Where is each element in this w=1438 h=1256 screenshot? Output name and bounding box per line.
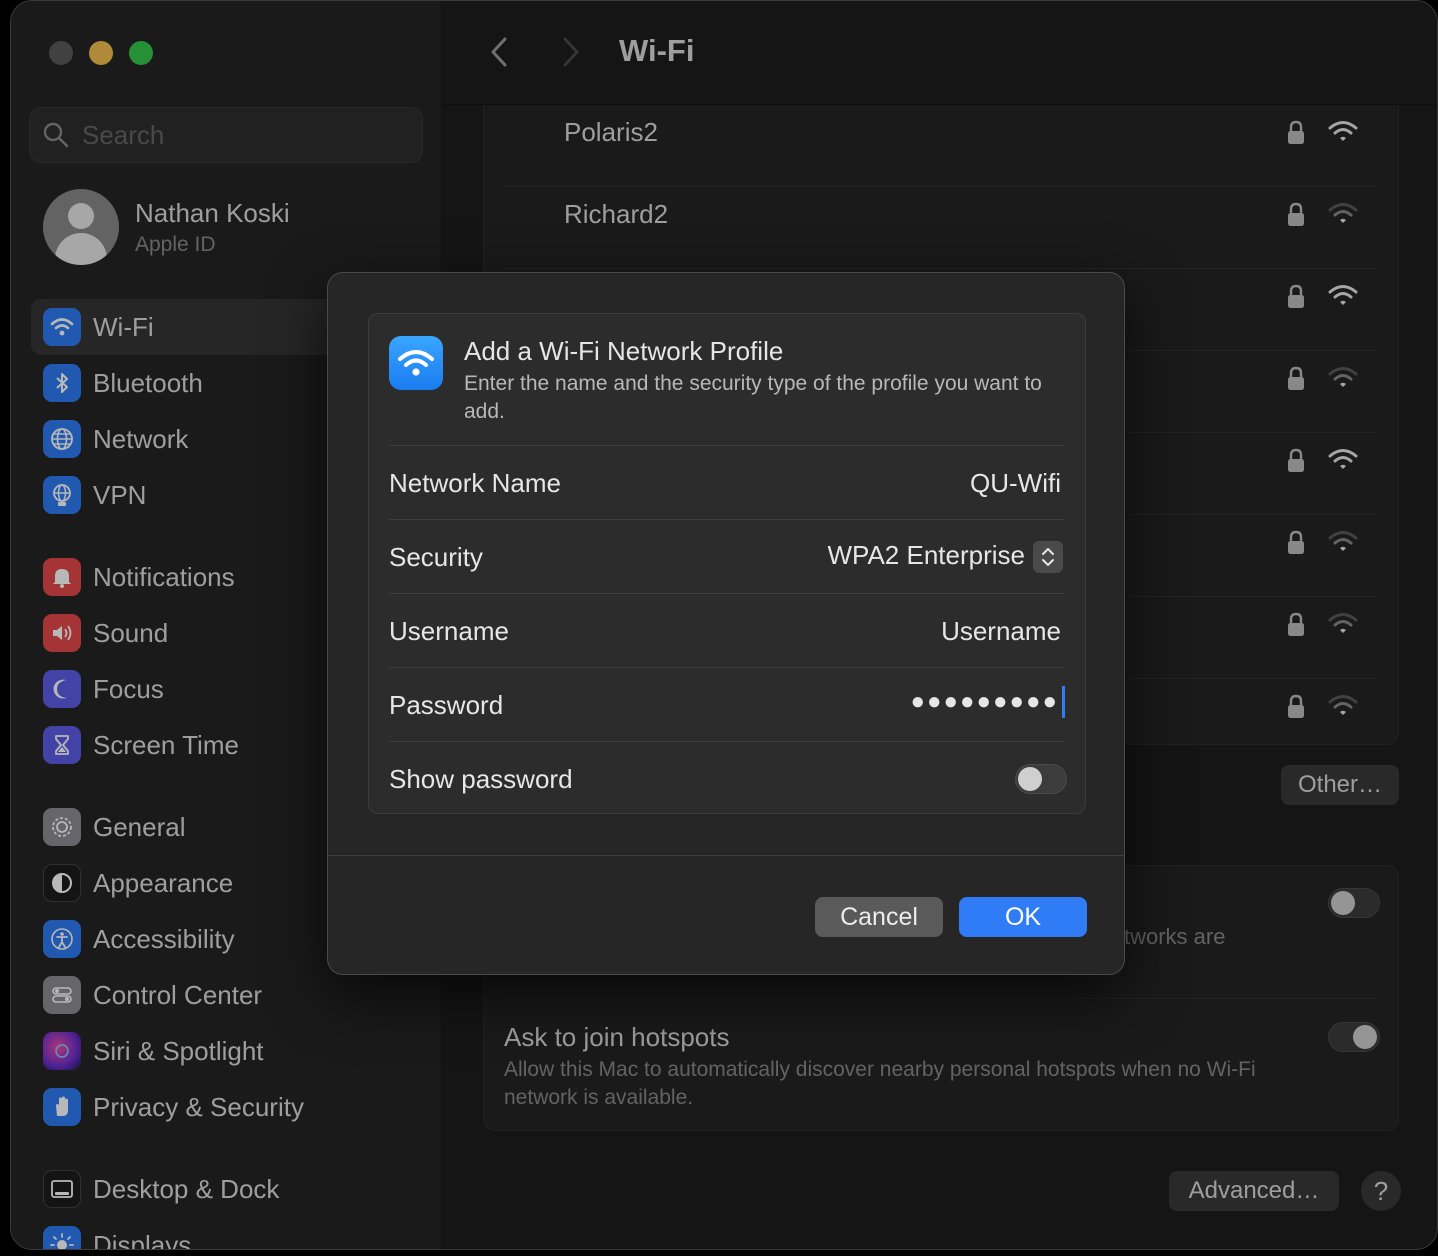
cancel-button[interactable]: Cancel	[815, 897, 943, 937]
security-select-value: WPA2 Enterprise	[827, 540, 1025, 570]
password-label: Password	[389, 690, 504, 720]
network-name-field[interactable]: QU-Wifi	[970, 468, 1061, 499]
text-caret	[1062, 686, 1065, 718]
up-down-chevron-icon	[1033, 541, 1063, 574]
security-label: Security	[389, 542, 483, 572]
show-password-label: Show password	[389, 764, 573, 794]
ok-button[interactable]: OK	[959, 897, 1087, 937]
security-select[interactable]: WPA2 Enterprise	[827, 540, 1063, 574]
username-field[interactable]: Username	[941, 616, 1061, 647]
password-value: ●●●●●●●●●	[910, 688, 1059, 715]
dialog-form-card: Add a Wi-Fi Network Profile Enter the na…	[368, 313, 1086, 814]
password-field[interactable]: ●●●●●●●●●	[911, 686, 1065, 718]
add-wifi-profile-dialog: Add a Wi-Fi Network Profile Enter the na…	[327, 272, 1125, 975]
dialog-subtitle: Enter the name and the security type of …	[464, 372, 1042, 423]
username-label: Username	[389, 616, 509, 646]
show-password-toggle[interactable]	[1015, 764, 1067, 794]
dialog-title: Add a Wi-Fi Network Profile	[464, 336, 784, 366]
wifi-icon	[389, 336, 443, 390]
network-name-label: Network Name	[389, 468, 561, 498]
